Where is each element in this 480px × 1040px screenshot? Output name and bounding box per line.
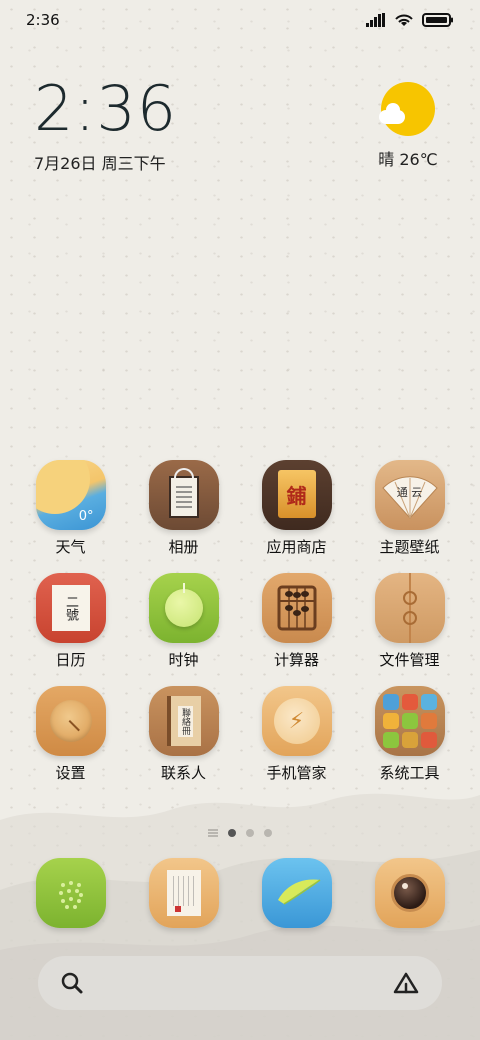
calendar-icon: 二號 [35,573,106,643]
page-dot [246,829,254,837]
app-label: 相册 [168,538,199,556]
folder-system-tools[interactable]: 系统工具 [353,686,466,782]
security-icon: ⚡ [261,686,332,756]
app-label: 主题壁纸 [379,538,440,556]
dock-camera[interactable] [353,858,466,928]
store-glyph: 鋪 [286,483,307,508]
phone-dialer-icon [35,858,106,928]
app-weather[interactable]: 0° 天气 [14,460,127,556]
app-label: 应用商店 [266,538,327,556]
browser-icon [261,858,332,928]
wifi-icon [395,14,413,26]
clock-date: 7月26日 周三下午 [34,154,166,173]
app-themes[interactable]: 通 云 主题壁纸 [353,460,466,556]
status-time: 2:36 [26,11,60,29]
battery-icon [422,13,453,27]
app-label: 计算器 [273,651,319,669]
app-label: 联系人 [160,764,206,782]
page-indicator[interactable] [0,829,480,837]
fan-glyph: 通 云 [396,486,423,499]
app-label: 手机管家 [266,764,327,782]
app-contacts[interactable]: 聯絡冊 联系人 [127,686,240,782]
dock-messages[interactable] [127,858,240,928]
status-icons [366,13,454,27]
settings-icon [35,686,106,756]
menu-lines-icon [208,829,218,837]
page-dot [264,829,272,837]
sunny-icon [379,82,435,136]
app-store-icon: 鋪 [261,460,332,530]
status-bar: 2:36 [0,0,480,40]
app-label: 时钟 [168,651,199,669]
page-dot-active [228,829,236,837]
clock-time: 2:36 [34,72,178,145]
app-label: 文件管理 [379,651,440,669]
signal-icon [366,13,385,27]
bolt-glyph: ⚡ [288,708,305,734]
contacts-glyph: 聯絡冊 [178,705,193,737]
clock-icon [148,573,219,643]
app-calendar[interactable]: 二號 日历 [14,573,127,669]
gallery-icon [148,460,219,530]
app-label: 系统工具 [379,764,440,782]
calendar-glyph: 二號 [63,595,78,621]
app-label: 天气 [55,538,86,556]
dock [14,858,466,928]
abacus-icon [261,573,332,643]
assistant-icon[interactable] [392,971,420,995]
app-label: 设置 [55,764,86,782]
weather-icon-temp: 0° [78,509,94,524]
dock-phone[interactable] [14,858,127,928]
contacts-icon: 聯絡冊 [148,686,219,756]
search-bar[interactable] [38,956,442,1010]
app-clock[interactable]: 时钟 [127,573,240,669]
weather-summary: 晴 26℃ [378,150,438,169]
app-grid: 0° 天气 相册 鋪 应用商店 通 云 主题壁纸 二號 日历 时钟 计算器 文件… [14,460,466,782]
tools-folder-icon [374,686,445,756]
dock-browser[interactable] [240,858,353,928]
camera-icon [374,858,445,928]
app-security[interactable]: ⚡ 手机管家 [240,686,353,782]
themes-icon: 通 云 [374,460,445,530]
app-settings[interactable]: 设置 [14,686,127,782]
weather-widget[interactable]: 晴 26℃ [366,82,450,170]
app-store[interactable]: 鋪 应用商店 [240,460,353,556]
messages-icon [148,858,219,928]
weather-icon: 0° [35,460,106,530]
clock-widget[interactable]: 2:36 7月26日 周三下午 [34,78,177,174]
search-icon[interactable] [60,971,84,995]
app-label: 日历 [55,651,86,669]
file-manager-icon [374,573,445,643]
app-gallery[interactable]: 相册 [127,460,240,556]
app-calculator[interactable]: 计算器 [240,573,353,669]
app-file-manager[interactable]: 文件管理 [353,573,466,669]
